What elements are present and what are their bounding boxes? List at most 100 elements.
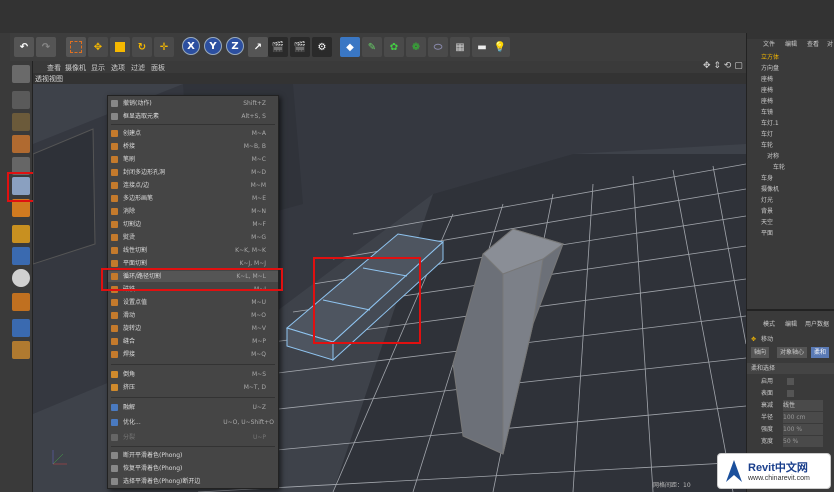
menu-item[interactable]: 优化... U~O, U~Shift+O xyxy=(108,417,278,428)
om-menu-file[interactable]: 文件 xyxy=(763,39,775,50)
menu-item[interactable]: 滑动 M~O xyxy=(108,310,278,321)
tab-soft[interactable]: 柔和 xyxy=(811,347,830,358)
object-row[interactable]: 座椅 xyxy=(747,96,834,107)
menu-item[interactable]: 消除 M~N xyxy=(108,206,278,217)
optimize-icon xyxy=(111,419,118,426)
subdivision-icon[interactable]: ✿ xyxy=(384,37,404,57)
render-view-icon[interactable]: 🎬 xyxy=(268,37,288,57)
menu-item[interactable]: 焊接 M~Q xyxy=(108,349,278,360)
render-picture-viewer-icon[interactable]: 🎬 xyxy=(290,37,310,57)
object-row[interactable]: 座椅 xyxy=(747,74,834,85)
enable-checkbox[interactable] xyxy=(787,378,794,385)
model-mode-icon[interactable] xyxy=(12,91,30,109)
move-icon[interactable]: ✥ xyxy=(88,37,108,57)
menu-item[interactable]: 笔刷 M~C xyxy=(108,154,278,165)
make-editable-icon[interactable] xyxy=(12,65,30,83)
strength-input[interactable]: 100 % xyxy=(783,424,823,435)
menu-item[interactable]: 线性切割 K~K, M~K xyxy=(108,245,278,256)
menu-item[interactable]: 恢复平滑着色(Phong) xyxy=(108,463,278,474)
menu-item[interactable]: 融解 U~Z xyxy=(108,402,278,413)
viewport-menu-display[interactable]: 显示 xyxy=(91,63,105,73)
menu-item[interactable]: 断开平滑着色(Phong) xyxy=(108,450,278,461)
menu-item[interactable]: 连接点/边 M~M xyxy=(108,180,278,191)
object-row[interactable]: 车轮 xyxy=(747,140,834,151)
object-row[interactable]: 背景 xyxy=(747,206,834,217)
floor-icon[interactable]: ▦ xyxy=(450,37,470,57)
scale-icon[interactable] xyxy=(110,37,130,57)
menu-item[interactable]: 切割边 M~F xyxy=(108,219,278,230)
z-axis-icon[interactable]: Z xyxy=(226,37,244,55)
workplane-icon[interactable] xyxy=(12,135,30,153)
om-menu-edit[interactable]: 编辑 xyxy=(785,39,797,50)
undo-icon xyxy=(111,100,118,107)
om-menu-object[interactable]: 对 xyxy=(827,39,833,50)
attr-menu-edit[interactable]: 编辑 xyxy=(785,319,797,330)
menu-item[interactable]: 分裂 U~P xyxy=(108,432,278,443)
deformer-icon[interactable]: ⬭ xyxy=(428,37,448,57)
tab-object-axis[interactable]: 对象轴心 xyxy=(777,347,808,358)
object-row[interactable]: 立方体 xyxy=(747,52,834,63)
undo-icon[interactable]: ↶ xyxy=(14,37,34,57)
coordinate-system-icon[interactable]: ↗ xyxy=(248,37,268,57)
object-row[interactable]: 摄像机 xyxy=(747,184,834,195)
object-row[interactable]: 座椅 xyxy=(747,85,834,96)
surface-checkbox[interactable] xyxy=(787,390,794,397)
texture-mode-icon[interactable] xyxy=(12,113,30,131)
viewport-menu-cameras[interactable]: 摄像机 xyxy=(65,63,86,73)
menu-item[interactable]: 选择平滑着色(Phong)断开边 xyxy=(108,476,278,487)
rotate-icon[interactable]: ↻ xyxy=(132,37,152,57)
object-row[interactable]: 对称 xyxy=(747,151,834,162)
object-row[interactable]: 车灯.1 xyxy=(747,118,834,129)
snap-icon[interactable] xyxy=(12,269,30,287)
cube-icon[interactable]: ◆ xyxy=(340,37,360,57)
object-row[interactable]: 车灯 xyxy=(747,129,834,140)
menu-item[interactable]: 创建点 M~A xyxy=(108,128,278,139)
width-input[interactable]: 50 % xyxy=(783,436,823,447)
enable-axis-icon[interactable] xyxy=(12,225,30,243)
menu-item[interactable]: 旋转边 M~V xyxy=(108,323,278,334)
tweak-icon[interactable] xyxy=(12,247,30,265)
spline-pen-icon[interactable]: ✎ xyxy=(362,37,382,57)
menu-item[interactable]: 挤压 M~T, D xyxy=(108,382,278,393)
object-row[interactable]: 平面 xyxy=(747,228,834,239)
transform-icon[interactable]: ✛ xyxy=(154,37,174,57)
object-row[interactable]: 方向盘 xyxy=(747,63,834,74)
x-axis-icon[interactable]: X xyxy=(182,37,200,55)
lock-workplane-icon[interactable] xyxy=(12,319,30,337)
menu-item[interactable]: 撤销(动作) Shift+Z xyxy=(108,98,278,109)
planar-workplane-icon[interactable] xyxy=(12,341,30,359)
menu-item[interactable]: 设置点值 M~U xyxy=(108,297,278,308)
attr-menu-userdata[interactable]: 用户数据 xyxy=(805,319,829,330)
magnet-icon[interactable] xyxy=(12,293,30,311)
render-settings-icon[interactable]: ⚙ xyxy=(312,37,332,57)
menu-item[interactable]: 缝合 M~P xyxy=(108,336,278,347)
viewport-nav-icons[interactable]: ✥ ⇕ ⟲ ▢ xyxy=(703,61,743,71)
tab-axis[interactable]: 轴向 xyxy=(751,347,770,358)
attr-menu-mode[interactable]: 模式 xyxy=(763,319,775,330)
y-axis-icon[interactable]: Y xyxy=(204,37,222,55)
object-row[interactable]: 灯光 xyxy=(747,195,834,206)
menu-item[interactable]: 桥接 M~B, B xyxy=(108,141,278,152)
object-row[interactable]: 天空 xyxy=(747,217,834,228)
falloff-select[interactable]: 线性 xyxy=(783,400,823,411)
om-menu-view[interactable]: 查看 xyxy=(807,39,819,50)
redo-icon[interactable]: ↷ xyxy=(36,37,56,57)
menu-item[interactable]: 框显选取元素 Alt+S, S xyxy=(108,111,278,122)
attributes-tabs: 轴向 对象轴心 柔和 xyxy=(747,347,834,358)
object-row[interactable]: 车身 xyxy=(747,173,834,184)
menu-item[interactable]: 封闭多边形孔洞 M~D xyxy=(108,167,278,178)
viewport-menu-view[interactable]: 查看 xyxy=(47,63,61,73)
menu-item[interactable]: 熨烫 M~G xyxy=(108,232,278,243)
viewport-menu-options[interactable]: 选项 xyxy=(111,63,125,73)
light-icon[interactable]: 💡 xyxy=(490,37,510,57)
menu-item[interactable]: 多边形画笔 M~E xyxy=(108,193,278,204)
object-row[interactable]: 车镜 xyxy=(747,107,834,118)
viewport-menu-filter[interactable]: 过滤 xyxy=(131,63,145,73)
menu-item[interactable]: 倒角 M~S xyxy=(108,369,278,380)
generator-icon[interactable]: ❁ xyxy=(406,37,426,57)
radius-input[interactable]: 100 cm xyxy=(783,412,823,423)
object-row[interactable]: 车轮 xyxy=(747,162,834,173)
viewport-menu-panel[interactable]: 面板 xyxy=(151,63,165,73)
camera-icon[interactable]: ▬ xyxy=(472,37,492,57)
live-selection-icon[interactable] xyxy=(66,37,86,57)
